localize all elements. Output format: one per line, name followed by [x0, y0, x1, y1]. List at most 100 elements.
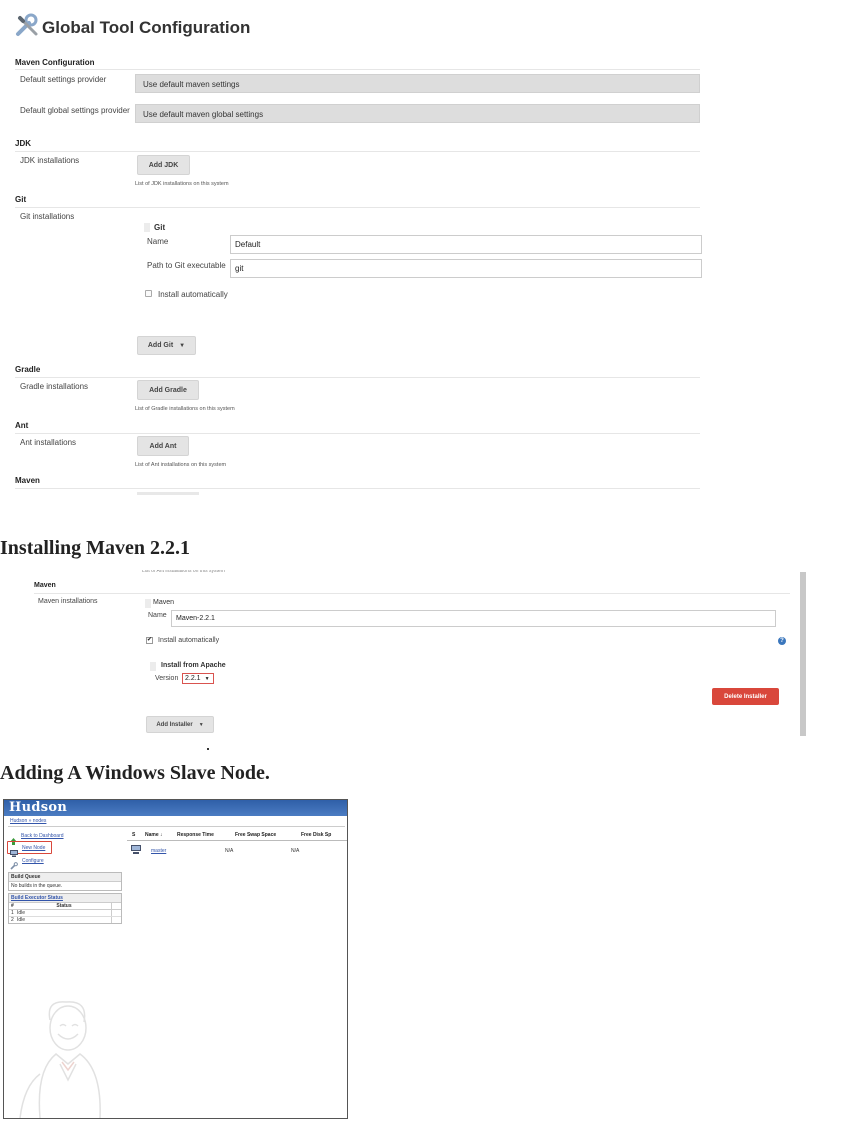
node-free-swap: N/A — [291, 848, 300, 854]
divider — [15, 488, 700, 489]
drag-handle[interactable] — [144, 223, 150, 232]
install-automatically-label: Install automatically — [158, 637, 220, 644]
maven-installations-label: Maven installations — [38, 598, 98, 605]
git-path-input[interactable]: git — [230, 259, 702, 278]
caret-down-icon: ▼ — [204, 676, 210, 682]
node-name-link[interactable]: master — [151, 848, 166, 854]
ant-hint: List of Ant installations on this system — [135, 462, 227, 468]
add-installer-button[interactable]: Add Installer ▼ — [146, 716, 214, 733]
divider — [15, 69, 700, 70]
installing-maven-heading: Installing Maven 2.2.1 — [0, 537, 191, 559]
hudson-banner: Hudson — [4, 800, 347, 816]
divider — [15, 151, 700, 152]
jdk-heading: JDK — [15, 139, 32, 148]
build-queue-title: Build Queue — [9, 873, 121, 882]
hudson-window: Hudson Hudson » nodes Back to Dashboard … — [3, 799, 348, 1119]
executor-row: 2 Idle — [9, 917, 121, 923]
help-icon[interactable]: ? — [778, 637, 786, 645]
add-jdk-button[interactable]: Add JDK — [137, 155, 190, 175]
maven-name-input[interactable]: Maven-2.2.1 — [171, 610, 776, 627]
divider — [15, 377, 700, 378]
git-name-label: Name — [147, 237, 169, 246]
version-select-value: 2.2.1 — [185, 675, 201, 682]
executor-row-status: Idle — [17, 917, 26, 923]
default-settings-select[interactable]: Use default maven settings — [135, 74, 700, 93]
maven-heading: Maven — [34, 582, 56, 589]
gradle-installations-label: Gradle installations — [20, 382, 89, 391]
add-gradle-button[interactable]: Add Gradle — [137, 380, 199, 400]
col-response-time[interactable]: Response Time — [177, 832, 235, 840]
divider — [34, 593, 790, 594]
git-installations-label: Git installations — [20, 212, 75, 221]
executor-row-num: 2 — [11, 917, 14, 923]
caret-down-icon: ▼ — [179, 342, 186, 349]
default-global-settings-select[interactable]: Use default maven global settings — [135, 104, 700, 123]
install-automatically-label: Install automatically — [158, 290, 228, 299]
version-select[interactable]: 2.2.1 ▼ — [182, 673, 214, 684]
divider — [15, 207, 700, 208]
dot — [207, 748, 209, 750]
back-to-dashboard-link[interactable]: Back to Dashboard — [21, 833, 64, 839]
add-ant-button-label: Add Ant — [149, 442, 177, 450]
ant-installations-label: Ant installations — [20, 438, 77, 447]
col-free-disk[interactable]: Free Disk Sp — [301, 832, 347, 840]
new-node-link[interactable]: New Node — [22, 845, 45, 851]
install-automatically-checkbox[interactable]: ✔ — [146, 637, 153, 644]
install-automatically-checkbox[interactable] — [145, 290, 152, 297]
hudson-butler-icon — [10, 990, 125, 1118]
computer-icon — [10, 844, 18, 857]
maven-entry-title: Maven — [153, 599, 175, 606]
adding-node-heading: Adding A Windows Slave Node. — [0, 762, 270, 784]
executor-status-box: Build Executor Status # Status 1 Idle 2 … — [8, 893, 122, 924]
build-queue-empty: No builds in the queue. — [11, 883, 63, 889]
executor-col-status: Status — [56, 903, 72, 909]
up-arrow-icon — [10, 832, 17, 845]
add-git-button[interactable]: Add Git ▼ — [137, 336, 196, 355]
col-free-swap[interactable]: Free Swap Space — [235, 832, 301, 840]
executor-row-status: Idle — [17, 910, 26, 916]
gradle-hint: List of Gradle installations on this sys… — [135, 406, 235, 412]
delete-installer-button[interactable]: Delete Installer — [712, 688, 779, 705]
global-tool-configuration-panel: Global Tool Configuration Maven Configur… — [0, 0, 702, 495]
executor-row: 1 Idle — [9, 910, 121, 917]
executor-row-blank — [111, 910, 121, 916]
wrench-screwdriver-icon — [14, 12, 40, 43]
drag-handle[interactable] — [150, 662, 156, 671]
configure-wrench-icon — [10, 857, 18, 870]
nodes-table-row: master N/A N/A — [127, 844, 347, 858]
executor-col-blank — [111, 903, 121, 909]
executor-row-blank — [111, 917, 121, 923]
add-jdk-button-label: Add JDK — [148, 161, 179, 169]
add-maven-button[interactable] — [137, 492, 199, 495]
drag-handle[interactable] — [145, 599, 151, 608]
maven-installation-panel: List of Ant installations on this system… — [0, 566, 810, 736]
col-name[interactable]: Name ↓ — [145, 832, 177, 840]
node-response-time: N/A — [225, 848, 234, 854]
hudson-logo-text[interactable]: Hudson — [9, 800, 67, 815]
divider — [8, 826, 345, 827]
delete-installer-label: Delete Installer — [724, 693, 767, 700]
breadcrumb[interactable]: Hudson » nodes — [10, 818, 46, 824]
executor-status-title[interactable]: Build Executor Status — [9, 894, 121, 903]
maven-name-label: Name — [148, 612, 167, 619]
divider — [15, 433, 700, 434]
maven-configuration-heading: Maven Configuration — [15, 58, 95, 67]
add-ant-button[interactable]: Add Ant — [137, 436, 189, 456]
git-name-input[interactable]: Default — [230, 235, 702, 254]
executor-col-num: # — [11, 903, 14, 909]
caret-down-icon: ▼ — [198, 721, 204, 728]
page-title: Global Tool Configuration — [42, 17, 251, 37]
install-from-apache-label: Install from Apache — [161, 662, 226, 669]
col-status[interactable]: S — [127, 832, 145, 840]
computer-icon — [131, 845, 141, 854]
gradle-heading: Gradle — [15, 365, 41, 374]
add-gradle-button-label: Add Gradle — [149, 386, 187, 394]
jdk-hint: List of JDK installations on this system — [135, 181, 229, 187]
add-git-button-label: Add Git — [147, 342, 174, 349]
configure-link[interactable]: Configure — [22, 858, 44, 864]
scrollbar[interactable] — [800, 572, 806, 736]
nodes-table-header: S Name ↓ Response Time Free Swap Space F… — [127, 832, 347, 841]
cut-off-hint: List of Ant installations on this system — [142, 570, 225, 574]
git-heading: Git — [15, 195, 27, 204]
default-settings-label: Default settings provider — [20, 75, 107, 84]
